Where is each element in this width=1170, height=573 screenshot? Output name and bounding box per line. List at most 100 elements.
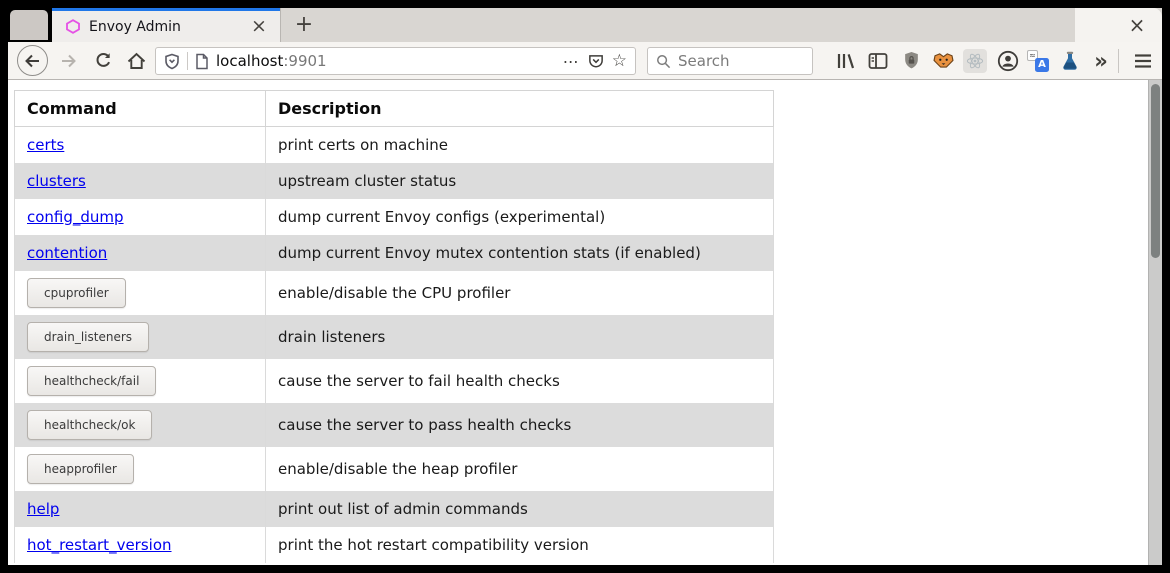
description-cell: print out list of admin commands bbox=[266, 491, 774, 527]
search-icon bbox=[656, 54, 671, 69]
account-icon bbox=[997, 50, 1019, 72]
command-link-certs[interactable]: certs bbox=[27, 136, 64, 154]
command-cell: healthcheck/fail bbox=[15, 359, 266, 403]
admin-command-table: Command Description certs print certs on … bbox=[14, 90, 774, 563]
tab-title: Envoy Admin bbox=[89, 19, 246, 35]
page-viewport: Command Description certs print certs on … bbox=[8, 80, 1162, 565]
fox-extension-button[interactable] bbox=[929, 42, 957, 79]
command-link-clusters[interactable]: clusters bbox=[27, 172, 86, 190]
command-cell: help bbox=[15, 491, 266, 527]
table-row: drain_listeners drain listeners bbox=[15, 315, 774, 359]
forward-button[interactable] bbox=[54, 42, 84, 79]
fox-extension-icon bbox=[933, 52, 954, 69]
library-button[interactable] bbox=[832, 42, 860, 79]
description-column-header: Description bbox=[266, 91, 774, 127]
url-bar[interactable]: localhost:9901 ⋯ ☆ bbox=[155, 47, 636, 75]
table-row: heapprofiler enable/disable the heap prof… bbox=[15, 447, 774, 491]
toolbar-divider bbox=[1118, 49, 1119, 73]
description-cell: cause the server to pass health checks bbox=[266, 403, 774, 447]
command-link-help[interactable]: help bbox=[27, 500, 59, 518]
search-input[interactable] bbox=[678, 52, 804, 70]
vertical-scrollbar[interactable] bbox=[1148, 80, 1162, 565]
description-cell: print certs on machine bbox=[266, 127, 774, 163]
overflow-icon: » bbox=[1094, 49, 1108, 73]
hamburger-icon bbox=[1133, 53, 1153, 69]
search-bar[interactable] bbox=[647, 47, 813, 75]
page-actions-icon[interactable]: ⋯ bbox=[563, 52, 580, 71]
command-cell: heapprofiler bbox=[15, 447, 266, 491]
navigation-toolbar: localhost:9901 ⋯ ☆ bbox=[8, 42, 1162, 80]
app-menu-button[interactable] bbox=[1126, 42, 1160, 79]
command-link-contention[interactable]: contention bbox=[27, 244, 107, 262]
table-row: config_dump dump current Envoy configs (e… bbox=[15, 199, 774, 235]
command-cell: healthcheck/ok bbox=[15, 403, 266, 447]
description-cell: print the hot restart compatibility vers… bbox=[266, 527, 774, 563]
url-host: localhost bbox=[216, 52, 283, 70]
urlbar-divider bbox=[187, 52, 188, 70]
table-row: hot_restart_version print the hot restart… bbox=[15, 527, 774, 563]
react-devtools-icon bbox=[963, 49, 987, 73]
library-icon bbox=[836, 52, 856, 70]
table-row: healthcheck/fail cause the server to fail… bbox=[15, 359, 774, 403]
tab-envoy-admin[interactable]: Envoy Admin × bbox=[52, 8, 280, 42]
table-header-row: Command Description bbox=[15, 91, 774, 127]
window-controls-area: × bbox=[1075, 8, 1162, 42]
description-cell: upstream cluster status bbox=[266, 163, 774, 199]
command-button-cpuprofiler[interactable]: cpuprofiler bbox=[27, 278, 126, 308]
tab-strip-empty-area: + bbox=[280, 8, 1162, 42]
command-button-drain_listeners[interactable]: drain_listeners bbox=[27, 322, 149, 352]
command-link-hot_restart_version[interactable]: hot_restart_version bbox=[27, 536, 172, 554]
description-cell: enable/disable the CPU profiler bbox=[266, 271, 774, 315]
command-cell: config_dump bbox=[15, 199, 266, 235]
bookmark-star-icon[interactable]: ☆ bbox=[612, 51, 627, 71]
command-cell: hot_restart_version bbox=[15, 527, 266, 563]
command-table-body: certs print certs on machine clusters upstr… bbox=[15, 127, 774, 563]
tracking-shield-icon[interactable] bbox=[164, 53, 180, 70]
description-cell: enable/disable the heap profiler bbox=[266, 447, 774, 491]
description-cell: dump current Envoy configs (experimental… bbox=[266, 199, 774, 235]
url-port: :9901 bbox=[283, 52, 326, 70]
command-button-heapprofiler[interactable]: heapprofiler bbox=[27, 454, 134, 484]
description-cell: drain listeners bbox=[266, 315, 774, 359]
back-button[interactable] bbox=[15, 42, 49, 79]
overflow-menu-button[interactable]: » bbox=[1087, 42, 1115, 79]
tab-close-icon[interactable]: × bbox=[246, 14, 272, 40]
url-text[interactable]: localhost:9901 bbox=[216, 52, 556, 70]
command-cell: clusters bbox=[15, 163, 266, 199]
table-row: help print out list of admin commands bbox=[15, 491, 774, 527]
account-button[interactable] bbox=[994, 42, 1022, 79]
pocket-icon[interactable] bbox=[587, 53, 605, 70]
shield-lock-extension-button[interactable] bbox=[897, 42, 925, 79]
translate-extension-button[interactable]: ≈ A bbox=[1024, 42, 1052, 79]
translate-icon: ≈ A bbox=[1027, 50, 1049, 72]
reload-button[interactable] bbox=[88, 42, 118, 79]
scrollbar-thumb[interactable] bbox=[1151, 84, 1160, 258]
table-row: healthcheck/ok cause the server to pass h… bbox=[15, 403, 774, 447]
command-button-healthcheck-ok[interactable]: healthcheck/ok bbox=[27, 410, 152, 440]
command-cell: cpuprofiler bbox=[15, 271, 266, 315]
page-icon[interactable] bbox=[195, 53, 209, 70]
description-cell: cause the server to fail health checks bbox=[266, 359, 774, 403]
table-row: contentiondump current Envoy mutex conte… bbox=[15, 235, 774, 271]
command-column-header: Command bbox=[15, 91, 266, 127]
sidebar-icon bbox=[868, 52, 888, 70]
command-button-healthcheck-fail[interactable]: healthcheck/fail bbox=[27, 366, 156, 396]
flask-extension-button[interactable] bbox=[1056, 42, 1084, 79]
command-cell: drain_listeners bbox=[15, 315, 266, 359]
refresh-icon bbox=[95, 52, 112, 69]
table-row: clusters upstream cluster status bbox=[15, 163, 774, 199]
envoy-hexagon-favicon bbox=[66, 19, 80, 34]
home-icon bbox=[127, 52, 146, 70]
sidebar-toggle-button[interactable] bbox=[864, 42, 892, 79]
command-link-config_dump[interactable]: config_dump bbox=[27, 208, 124, 226]
command-cell: contention bbox=[15, 235, 266, 271]
react-devtools-button[interactable] bbox=[961, 42, 989, 79]
new-tab-button[interactable]: + bbox=[291, 12, 317, 38]
window-close-button[interactable]: × bbox=[1124, 12, 1150, 38]
command-cell: certs bbox=[15, 127, 266, 163]
flask-icon bbox=[1061, 51, 1079, 71]
table-row: certs print certs on machine bbox=[15, 127, 774, 163]
shield-lock-icon bbox=[903, 51, 920, 70]
home-button[interactable] bbox=[120, 42, 152, 79]
table-row: cpuprofiler enable/disable the CPU profil… bbox=[15, 271, 774, 315]
